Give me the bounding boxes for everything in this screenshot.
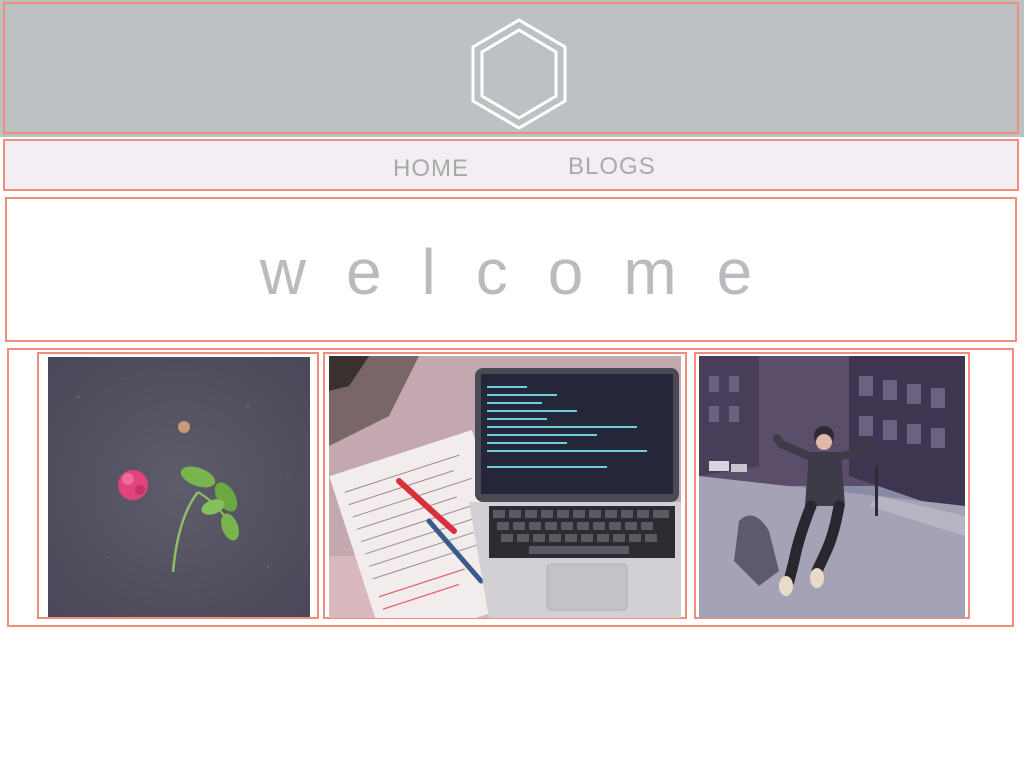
nav-item-home[interactable]: HOME [393,155,469,183]
photo-frame[interactable] [694,352,970,619]
photo-laptop-and-notebook[interactable] [329,356,681,618]
photo-gallery [7,348,1014,627]
photo-frame[interactable] [323,352,687,619]
photo-frame[interactable] [37,352,319,619]
photo-flowers-on-asphalt[interactable] [48,357,310,617]
hexagon-logo-icon[interactable] [469,18,569,130]
welcome-banner: welcome [5,197,1017,342]
nav-item-blogs[interactable]: BLOGS [568,153,656,181]
header [3,2,1019,134]
welcome-title: welcome [259,236,793,308]
photo-person-jumping-street[interactable] [699,356,965,618]
nav-bar: HOME BLOGS [3,139,1019,191]
